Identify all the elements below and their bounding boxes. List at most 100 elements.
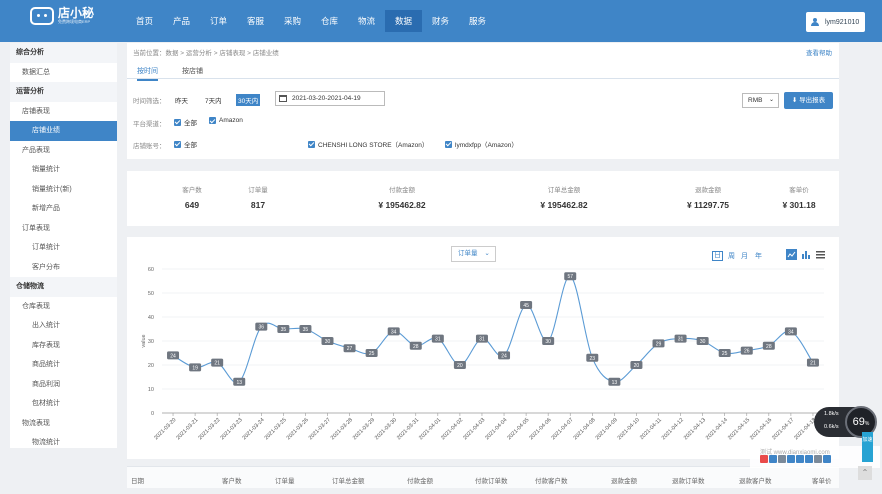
stat-value: ¥ 195462.82	[378, 200, 426, 210]
table-header-cell[interactable]: 日期	[131, 475, 144, 485]
sidebar-item[interactable]: 新增产品	[10, 199, 117, 219]
sidebar-item[interactable]: 产品表现	[10, 141, 117, 161]
x-tick-label: 2021-03-31	[396, 417, 420, 441]
checkbox-icon	[174, 140, 181, 148]
sidebar-item[interactable]: 订单表现	[10, 219, 117, 239]
table-header-cell[interactable]: 退款金额	[611, 475, 637, 485]
sidebar-item[interactable]: 数据汇总	[10, 63, 117, 83]
sidebar-item[interactable]: 商品利润	[10, 375, 117, 395]
nav-item-3[interactable]: 客服	[237, 10, 274, 32]
currency-select[interactable]: RMB ⌄	[742, 93, 779, 108]
table-header-cell[interactable]: 付款订单数	[475, 475, 508, 485]
sidebar-item[interactable]: 出入统计	[10, 316, 117, 336]
sidebar-item[interactable]: 店铺表现	[10, 102, 117, 122]
x-tick-label: 2021-04-04	[484, 417, 508, 441]
sidebar-item[interactable]: 客户分布	[10, 258, 117, 278]
platform-amazon-checkbox[interactable]: Amazon	[209, 117, 243, 124]
speed-down: 0.6k/s	[824, 424, 839, 430]
line-chart-icon[interactable]	[786, 249, 797, 260]
nav-item-4[interactable]: 采购	[274, 10, 311, 32]
x-tick-label: 2021-03-20	[153, 417, 177, 441]
time-opt-7days[interactable]: 7天内	[205, 95, 222, 105]
user-menu[interactable]: lym921010	[806, 12, 865, 32]
data-label: 30	[325, 339, 331, 345]
sidebar-item[interactable]: 仓库表现	[10, 297, 117, 317]
sidebar-section-title[interactable]: 综合分析	[10, 43, 117, 63]
keyboard-icon[interactable]	[805, 455, 813, 463]
sidebar-item[interactable]: 销量统计(新)	[10, 180, 117, 200]
sidebar-section-title[interactable]: 运营分析	[10, 82, 117, 102]
sidebar-item[interactable]: 包材统计	[10, 394, 117, 414]
table-header-cell[interactable]: 客户数	[222, 475, 242, 485]
bar-chart-icon[interactable]	[800, 249, 811, 260]
nav-item-9[interactable]: 服务	[459, 10, 496, 32]
sidebar-item[interactable]: 销量统计	[10, 160, 117, 180]
line-chart: 0102030405060value2021-03-202021-03-2120…	[141, 267, 824, 441]
nav-item-8[interactable]: 财务	[422, 10, 459, 32]
mic-icon[interactable]	[796, 455, 804, 463]
table-header-cell[interactable]: 付款客户数	[535, 475, 568, 485]
nav-item-1[interactable]: 产品	[163, 10, 200, 32]
nav-item-2[interactable]: 订单	[200, 10, 237, 32]
metric-select[interactable]: 订单量 ⌄	[451, 246, 496, 262]
x-tick-label: 2021-04-17	[771, 417, 795, 441]
sidebar-section-title[interactable]: 仓储物流	[10, 277, 117, 297]
table-header-cell[interactable]: 退款客户数	[739, 475, 772, 485]
tab-by-store[interactable]: 按店铺	[182, 66, 203, 76]
table-header-cell[interactable]: 退款订单数	[672, 475, 705, 485]
sidebar-item[interactable]: 店铺业绩	[10, 121, 117, 141]
data-label: 21	[810, 361, 816, 367]
stat-label: 退款金额	[695, 187, 721, 194]
tools-icon[interactable]	[823, 455, 831, 463]
account-chenshi-checkbox[interactable]: CHENSHI LONG STORE（Amazon）	[308, 139, 428, 149]
time-opt-yesterday[interactable]: 昨天	[175, 95, 188, 105]
data-label: 23	[590, 356, 596, 362]
data-label: 24	[501, 353, 507, 359]
help-link[interactable]: 查看帮助	[806, 47, 832, 57]
table-header-cell[interactable]: 订单量	[275, 475, 295, 485]
sidebar-item[interactable]: 商品统计	[10, 355, 117, 375]
date-range-input[interactable]: 2021-03-20-2021-04-19	[275, 91, 385, 106]
calendar-icon	[279, 95, 287, 102]
data-label: 20	[634, 363, 640, 369]
account-all-checkbox[interactable]: 全部	[174, 139, 197, 149]
account-chenshi-label: CHENSHI LONG STORE（Amazon）	[318, 142, 429, 149]
period-day[interactable]: 日	[712, 251, 723, 261]
stat-value: ¥ 11297.75	[686, 200, 730, 210]
nav-item-5[interactable]: 仓库	[311, 10, 348, 32]
period-month[interactable]: 月	[741, 251, 748, 261]
accelerate-tab[interactable]: 加速	[862, 432, 873, 462]
period-week[interactable]: 周	[728, 251, 735, 261]
ime-toolbar	[760, 452, 831, 466]
scroll-top-button[interactable]: ⌃	[858, 466, 872, 480]
sidebar: 综合分析 数据汇总 运营分析 店铺表现 店铺业绩 产品表现 销量统计 销量统计(新) 新增产品订…	[10, 43, 117, 448]
checkbox-icon	[445, 140, 452, 148]
tab-by-time[interactable]: 按时间	[137, 66, 158, 81]
sidebar-item[interactable]: 物流统计	[10, 433, 117, 453]
nav-item-7[interactable]: 数据	[385, 10, 422, 32]
ime-logo-icon[interactable]	[760, 455, 768, 463]
brand-logo[interactable]: 店小秘 免费跨境电商ERP	[30, 7, 94, 25]
account-lymdxfpp-checkbox[interactable]: lymdxfpp（Amazon）	[445, 139, 518, 149]
data-label: 45	[523, 303, 529, 309]
sidebar-item[interactable]: 物流表现	[10, 414, 117, 434]
emoji-icon[interactable]	[787, 455, 795, 463]
table-header-cell[interactable]: 付款金额	[407, 475, 433, 485]
data-label: 31	[435, 337, 441, 343]
period-year[interactable]: 年	[755, 251, 762, 261]
sidebar-item[interactable]: 库存表现	[10, 336, 117, 356]
data-label: 31	[479, 337, 485, 343]
nav-item-0[interactable]: 首页	[126, 10, 163, 32]
gauge-value: 69	[852, 416, 865, 428]
lang-icon[interactable]	[769, 455, 777, 463]
table-header-cell[interactable]: 客单价	[812, 475, 832, 485]
nav-item-6[interactable]: 物流	[348, 10, 385, 32]
punct-icon[interactable]	[778, 455, 786, 463]
time-opt-30days[interactable]: 30天内	[236, 94, 261, 106]
skin-icon[interactable]	[814, 455, 822, 463]
sidebar-item[interactable]: 订单统计	[10, 238, 117, 258]
menu-icon[interactable]	[815, 249, 826, 260]
export-report-button[interactable]: ⬇ 导出报表	[784, 92, 833, 109]
table-header-cell[interactable]: 订单总金额	[332, 475, 365, 485]
platform-all-checkbox[interactable]: 全部	[174, 117, 197, 127]
